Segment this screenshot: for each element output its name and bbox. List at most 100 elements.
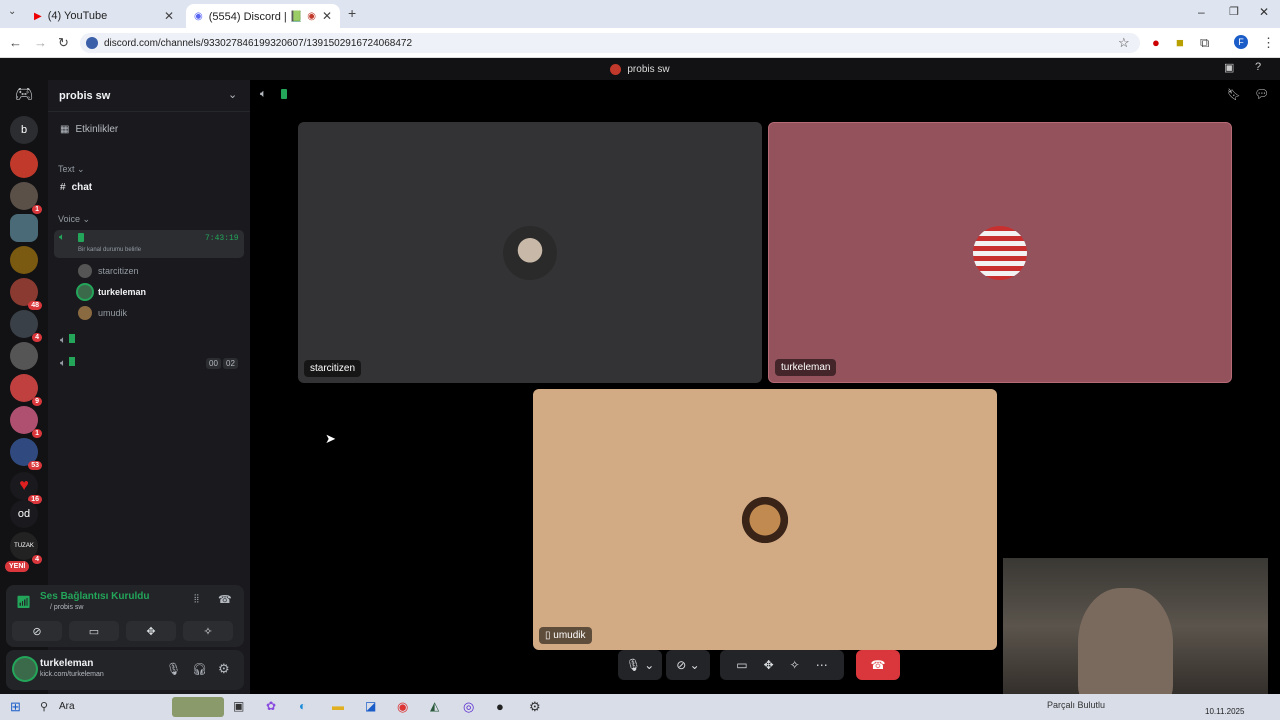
server-b[interactable]: b bbox=[10, 116, 38, 144]
voice-channel-2[interactable]: 🔈︎ bbox=[60, 334, 75, 346]
microphone-icon[interactable]: 🎙︎ bbox=[166, 662, 181, 676]
voice-channel-3[interactable]: 🔈︎ bbox=[60, 357, 75, 369]
voice-user-name: starcitizen bbox=[98, 266, 139, 276]
profile-avatar-icon[interactable]: F bbox=[1234, 35, 1248, 49]
server-icon-4[interactable] bbox=[10, 246, 38, 274]
address-bar[interactable]: discord.com/channels/933027846199320607/… bbox=[80, 33, 1140, 53]
server-icon-7[interactable] bbox=[10, 342, 38, 370]
user-panel: turkeleman kick.com/turkeleman 🎙︎ 🎧︎ ⚙ bbox=[6, 650, 244, 690]
site-info-icon[interactable] bbox=[86, 37, 98, 49]
file-explorer-icon[interactable]: ▬ bbox=[332, 699, 344, 713]
search-icon[interactable]: ⚲ bbox=[40, 700, 48, 713]
extensions-puzzle-icon[interactable]: ⧉ bbox=[1200, 28, 1209, 58]
events-item[interactable]: ▦ Etkinlikler bbox=[60, 124, 118, 135]
video-tile[interactable]: starcitizen bbox=[298, 122, 762, 383]
hang-up-button[interactable]: ☎︎ bbox=[856, 650, 900, 680]
extension-icon[interactable]: ■ bbox=[1176, 28, 1184, 58]
bookmark-icon[interactable]: 🔖︎ bbox=[1227, 88, 1241, 101]
voice-user[interactable]: starcitizen bbox=[78, 264, 139, 278]
connection-channel[interactable]: / probis sw bbox=[50, 604, 83, 611]
activities-button[interactable]: ✥ bbox=[126, 621, 176, 641]
noise-suppression-icon[interactable]: ⦙⦙ bbox=[194, 593, 199, 606]
app-icon[interactable]: ◎ bbox=[463, 699, 474, 715]
signal-icon[interactable]: 📶︎ bbox=[16, 595, 31, 609]
menu-kebab-icon[interactable]: ⋮ bbox=[1262, 28, 1275, 58]
discord-home-icon[interactable]: 🎮︎ bbox=[10, 80, 38, 108]
edge-icon[interactable]: ◐ bbox=[299, 699, 306, 713]
voice-user[interactable]: turkeleman bbox=[78, 285, 146, 299]
task-view-icon[interactable]: ▣ bbox=[233, 699, 244, 713]
start-windows-icon[interactable]: ⊞ bbox=[10, 699, 21, 715]
call-controls: 🎙︎ ⌄ ⊘ ⌄ ▭ ✥ ✧ ⋯ ☎︎ bbox=[618, 650, 900, 684]
server-icon-5[interactable]: 48 bbox=[10, 278, 42, 310]
voice-user[interactable]: umudik bbox=[78, 306, 127, 320]
video-tile[interactable]: ▯ umudik bbox=[533, 389, 997, 650]
screen-share-icon[interactable]: ▭ bbox=[736, 658, 747, 672]
headphones-icon[interactable]: 🎧︎ bbox=[192, 662, 207, 676]
soundboard-icon[interactable]: ✧ bbox=[790, 658, 800, 672]
channel-chat[interactable]: # chat bbox=[60, 182, 92, 193]
server-name[interactable]: probis sw bbox=[59, 90, 110, 102]
category-label: Voice bbox=[58, 214, 81, 224]
tab-discord[interactable]: ◉ (5554) Discord | 📗 | probis ◉ ✕ bbox=[186, 4, 340, 28]
channel-status[interactable]: Bir kanal durumu belirle bbox=[78, 247, 141, 253]
server-icon-10[interactable]: 53 bbox=[10, 438, 42, 470]
copilot-icon[interactable]: ✿ bbox=[266, 699, 276, 713]
help-icon[interactable]: ? bbox=[1255, 61, 1261, 73]
server-menu-chevron-icon[interactable]: ⌄ bbox=[228, 88, 237, 101]
voice-category[interactable]: Voice ⌄ bbox=[58, 214, 90, 225]
disconnect-icon[interactable]: ☎︎ bbox=[218, 593, 232, 606]
server-icon-2[interactable]: 1 bbox=[10, 182, 42, 214]
close-tab-icon[interactable]: ✕ bbox=[322, 9, 332, 23]
server-probis[interactable] bbox=[10, 150, 38, 178]
speaker-icon: 🔈︎ bbox=[260, 88, 267, 100]
server-icon-11[interactable]: ♥ 16 bbox=[10, 472, 42, 504]
settings-gear-icon[interactable]: ⚙ bbox=[218, 661, 230, 677]
tab-list-chevron-icon[interactable]: ⌄ bbox=[8, 6, 16, 17]
taskbar-search-label[interactable]: Ara bbox=[59, 701, 75, 712]
new-tab-icon[interactable]: + bbox=[348, 5, 356, 21]
server-od[interactable]: od bbox=[10, 500, 38, 528]
divider bbox=[48, 111, 250, 112]
connection-status[interactable]: Ses Bağlantısı Kuruldu bbox=[40, 591, 149, 602]
events-label: Etkinlikler bbox=[75, 124, 119, 135]
restore-icon[interactable]: ❐ bbox=[1229, 5, 1239, 18]
screen-share-button[interactable]: ▭ bbox=[69, 621, 119, 641]
mute-button[interactable]: 🎙︎ ⌄ bbox=[618, 650, 662, 680]
camera-off-button[interactable]: ⊘ bbox=[12, 621, 62, 641]
forward-icon[interactable]: → bbox=[34, 28, 47, 58]
server-icon-9[interactable]: 1 bbox=[10, 406, 42, 438]
server-icon-6[interactable]: 4 bbox=[10, 310, 42, 342]
back-icon[interactable]: ← bbox=[9, 28, 22, 58]
voice-channel-active[interactable]: 🔈︎ 7:43:19 Bir kanal durumu belirle bbox=[54, 230, 244, 258]
chat-bubble-icon[interactable]: 💬︎ bbox=[1254, 87, 1269, 101]
outlook-icon[interactable]: ◪ bbox=[365, 699, 376, 713]
more-options-icon[interactable]: ⋯ bbox=[816, 658, 828, 672]
obs-icon[interactable]: ● bbox=[496, 699, 504, 714]
server-icon-3[interactable] bbox=[10, 214, 38, 242]
clock-date[interactable]: 10.11.2025 bbox=[1205, 707, 1244, 716]
window-title: probis sw bbox=[627, 63, 670, 75]
text-category[interactable]: Text ⌄ bbox=[58, 164, 85, 175]
settings-gear-icon[interactable]: ⚙ bbox=[529, 699, 541, 715]
server-icon-12[interactable]: TUZAK 4 bbox=[10, 532, 42, 564]
media-label[interactable]: Parçalı Bulutlu bbox=[1047, 700, 1105, 710]
close-tab-icon[interactable]: ✕ bbox=[164, 9, 174, 23]
camera-button[interactable]: ⊘ ⌄ bbox=[666, 650, 710, 680]
activities-icon[interactable]: ✥ bbox=[764, 658, 774, 672]
inbox-icon[interactable]: ▣ bbox=[1224, 61, 1234, 74]
chrome-icon[interactable]: ◉ bbox=[397, 699, 408, 715]
tab-youtube[interactable]: ▶ (4) YouTube ✕ bbox=[26, 4, 182, 28]
voice-timer: 7:43:19 bbox=[205, 234, 239, 243]
avatar[interactable] bbox=[14, 658, 36, 680]
server-icon-8[interactable]: 9 bbox=[10, 374, 42, 406]
minimize-icon[interactable]: – bbox=[1198, 5, 1205, 19]
soundboard-button[interactable]: ✧ bbox=[183, 621, 233, 641]
bookmark-star-icon[interactable]: ☆ bbox=[1118, 28, 1130, 58]
close-window-icon[interactable]: ✕ bbox=[1259, 5, 1269, 19]
opera-extension-icon[interactable]: ● bbox=[1152, 28, 1160, 58]
league-icon[interactable]: ◭ bbox=[430, 699, 439, 713]
taskbar: ⊞ ⚲ Ara ▣ ✿ ◐ ▬ ◪ ◉ ◭ ◎ ● ⚙ Parçalı Bulu… bbox=[0, 694, 1280, 720]
reload-icon[interactable]: ↻ bbox=[58, 28, 69, 58]
video-tile[interactable]: turkeleman bbox=[768, 122, 1232, 383]
